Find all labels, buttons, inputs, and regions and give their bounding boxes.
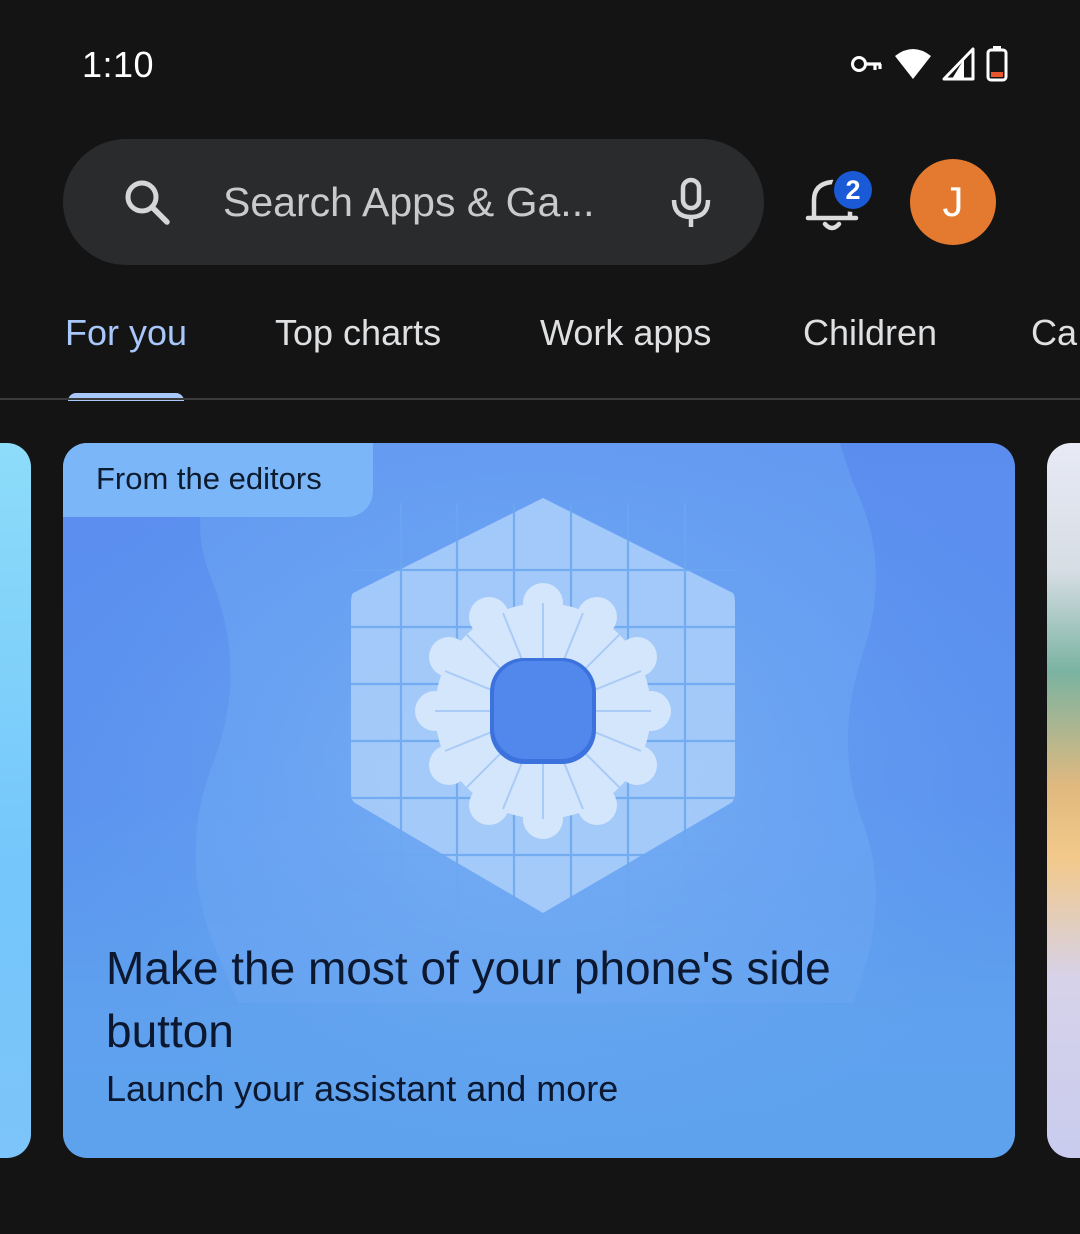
search-placeholder: Search Apps & Ga...: [223, 179, 595, 225]
editors-chip-label: From the editors: [96, 461, 322, 496]
vpn-key-icon: [851, 56, 882, 72]
battery-icon: [986, 46, 1008, 82]
cell-signal-icon: [942, 47, 975, 81]
tab-top-charts[interactable]: Top charts: [275, 312, 441, 354]
tab-work-apps[interactable]: Work apps: [540, 312, 711, 354]
status-icons: [850, 44, 1008, 84]
featured-card-title: Make the most of your phone's side butto…: [106, 942, 831, 1057]
editors-chip: From the editors: [63, 443, 373, 517]
search-bar[interactable]: Search Apps & Ga...: [63, 139, 764, 265]
category-tabs: For you Top charts Work apps Children Ca: [0, 300, 1080, 400]
wifi-icon: [895, 49, 931, 79]
microphone-icon[interactable]: [663, 174, 719, 230]
account-avatar[interactable]: J: [910, 159, 996, 245]
previous-card[interactable]: [0, 443, 31, 1158]
play-store-screen: 1:10 Search Apps & Ga... 2 J For you Top…: [0, 0, 1080, 1234]
featured-card[interactable]: From the editors Make the most of your p…: [63, 443, 1015, 1158]
tab-categories[interactable]: Ca: [1031, 312, 1077, 354]
search-icon: [125, 180, 170, 225]
status-time: 1:10: [82, 44, 155, 85]
notification-badge: 2: [834, 171, 872, 209]
next-card[interactable]: [1047, 443, 1080, 1158]
featured-card-subtitle: Launch your assistant and more: [106, 1068, 619, 1109]
tab-for-you[interactable]: For you: [65, 312, 187, 354]
tab-children[interactable]: Children: [803, 312, 937, 354]
tabs-divider: [0, 398, 1080, 400]
